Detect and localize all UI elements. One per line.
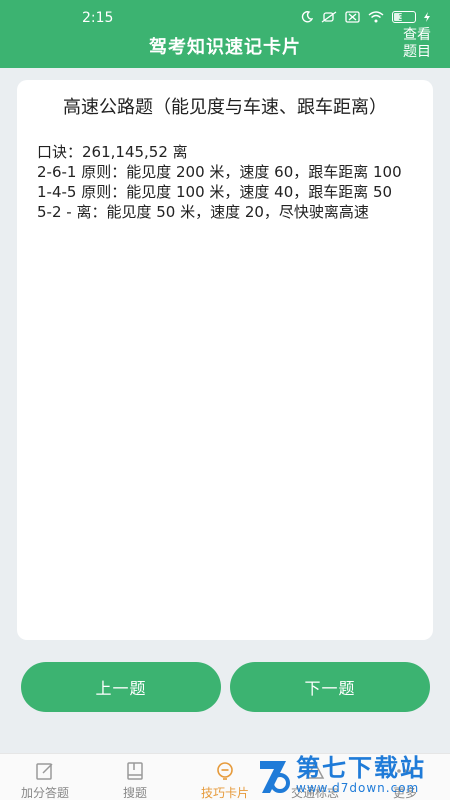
card-content: 口诀：261,145,52 离 2-6-1 原则：能见度 200 米，速度 60… xyxy=(37,142,415,222)
top-bar: 2:15 36 驾考知识速记卡片 查看 题目 xyxy=(0,0,450,68)
battery-level: 36 xyxy=(398,12,410,22)
app-title: 驾考知识速记卡片 xyxy=(149,37,301,58)
watermark-logo-icon xyxy=(260,761,290,793)
wifi-icon xyxy=(368,11,384,23)
card-line: 口诀：261,145,52 离 xyxy=(37,143,188,161)
watermark: 第七下载站 www.d7down.com xyxy=(256,750,450,800)
card-line: 5-2 - 离：能见度 50 米，速度 20，尽快驶离高速 xyxy=(37,203,369,221)
edit-icon xyxy=(34,761,56,781)
moon-icon xyxy=(301,11,313,23)
status-time: 2:15 xyxy=(82,10,114,26)
sim-off-icon xyxy=(345,11,360,23)
next-question-button[interactable]: 下一题 xyxy=(230,662,430,712)
tab-search-question[interactable]: 搜题 xyxy=(90,754,180,800)
tips-icon xyxy=(214,761,236,781)
battery-icon: 36 xyxy=(392,11,416,23)
watermark-url: www.d7down.com xyxy=(296,781,420,795)
card-title: 高速公路题（能见度与车速、跟车距离） xyxy=(63,97,387,118)
prev-question-button[interactable]: 上一题 xyxy=(21,662,221,712)
view-label-line2: 题目 xyxy=(403,44,431,60)
card-line: 2-6-1 原则：能见度 200 米，速度 60，跟车距离 100 xyxy=(37,163,402,181)
watermark-text: 第七下载站 xyxy=(296,754,426,782)
view-label-line1: 查看 xyxy=(403,27,431,43)
status-icons: 36 xyxy=(301,11,430,23)
tab-label: 加分答题 xyxy=(20,786,69,800)
tab-label: 搜题 xyxy=(122,786,147,800)
tab-label: 技巧卡片 xyxy=(200,786,249,800)
tab-bonus-quiz[interactable]: 加分答题 xyxy=(0,754,90,800)
tip-card: 高速公路题（能见度与车速、跟车距离） 口诀：261,145,52 离 2-6-1… xyxy=(17,80,433,640)
mute-icon xyxy=(321,11,337,23)
card-line: 1-4-5 原则：能见度 100 米，速度 40，跟车距离 50 xyxy=(37,183,393,201)
charging-icon xyxy=(424,12,430,22)
book-icon xyxy=(124,761,146,781)
view-questions-button[interactable]: 查看 题目 xyxy=(400,27,434,61)
